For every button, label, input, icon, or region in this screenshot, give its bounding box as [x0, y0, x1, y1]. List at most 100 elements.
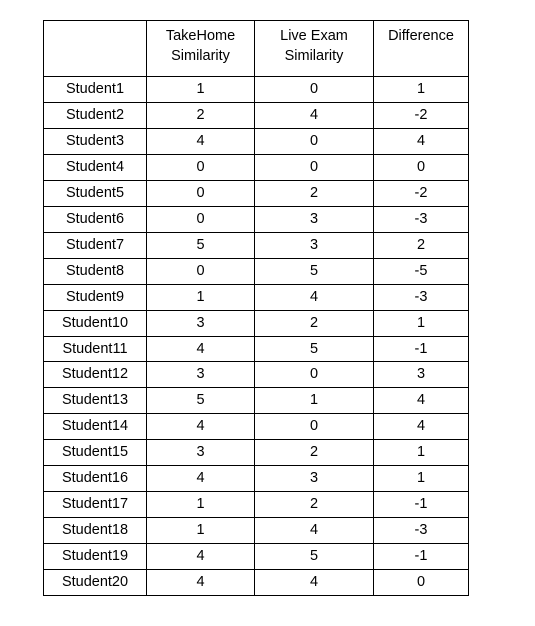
- cell-student-label: Student6: [43, 205, 147, 233]
- cell-live-exam-similarity: 3: [254, 205, 374, 233]
- cell-takehome-similarity: 0: [146, 257, 255, 285]
- cell-takehome-similarity: 1: [146, 283, 255, 311]
- cell-takehome-similarity: 4: [146, 335, 255, 363]
- column-header-live-exam-line2: Similarity: [284, 48, 344, 64]
- cell-live-exam-similarity: 0: [254, 76, 374, 103]
- cell-difference: -5: [373, 257, 469, 285]
- cell-live-exam-similarity: 4: [254, 101, 374, 129]
- table-row: Student6 0 3 -3: [43, 205, 469, 233]
- cell-takehome-similarity: 1: [146, 491, 255, 519]
- cell-takehome-similarity: 0: [146, 179, 255, 207]
- table-row: Student2 2 4 -2: [43, 101, 469, 129]
- cell-live-exam-similarity: 0: [254, 361, 374, 389]
- column-header-takehome-similarity: TakeHome Similarity: [146, 20, 255, 77]
- cell-difference: -1: [373, 491, 469, 519]
- table-row: Student11 4 5 -1: [43, 335, 469, 363]
- cell-difference: -2: [373, 179, 469, 207]
- cell-difference: -2: [373, 101, 469, 129]
- cell-takehome-similarity: 4: [146, 465, 255, 493]
- cell-difference: -1: [373, 335, 469, 363]
- table-row: Student12 3 0 3: [43, 361, 469, 389]
- cell-live-exam-similarity: 0: [254, 127, 374, 155]
- cell-student-label: Student5: [43, 179, 147, 207]
- cell-takehome-similarity: 5: [146, 387, 255, 415]
- cell-live-exam-similarity: 0: [254, 413, 374, 441]
- page-canvas: TakeHome Similarity Live Exam Similarity…: [0, 0, 535, 626]
- column-header-live-exam-similarity: Live Exam Similarity: [254, 20, 374, 77]
- table-row: Student7 5 3 2: [43, 231, 469, 259]
- cell-student-label: Student8: [43, 257, 147, 285]
- cell-student-label: Student16: [43, 465, 147, 493]
- cell-student-label: Student2: [43, 101, 147, 129]
- cell-takehome-similarity: 4: [146, 413, 255, 441]
- cell-live-exam-similarity: 5: [254, 257, 374, 285]
- cell-student-label: Student18: [43, 517, 147, 545]
- cell-student-label: Student9: [43, 283, 147, 311]
- table-row: Student9 1 4 -3: [43, 283, 469, 311]
- cell-difference: -3: [373, 205, 469, 233]
- table-header-row: TakeHome Similarity Live Exam Similarity…: [43, 20, 469, 77]
- table-row: Student10 3 2 1: [43, 309, 469, 337]
- table-row: Student19 4 5 -1: [43, 543, 469, 571]
- table-row: Student16 4 3 1: [43, 465, 469, 493]
- table-row: Student15 3 2 1: [43, 439, 469, 467]
- cell-takehome-similarity: 4: [146, 127, 255, 155]
- table-row: Student1 1 0 1: [43, 76, 469, 103]
- cell-live-exam-similarity: 1: [254, 387, 374, 415]
- cell-live-exam-similarity: 3: [254, 231, 374, 259]
- column-header-takehome-line2: Similarity: [171, 48, 230, 64]
- cell-difference: 4: [373, 127, 469, 155]
- column-header-takehome-line1: TakeHome: [165, 28, 236, 44]
- cell-difference: 3: [373, 361, 469, 389]
- cell-live-exam-similarity: 5: [254, 335, 374, 363]
- cell-student-label: Student11: [43, 335, 147, 363]
- cell-live-exam-similarity: 2: [254, 309, 374, 337]
- cell-student-label: Student19: [43, 543, 147, 571]
- cell-live-exam-similarity: 2: [254, 439, 374, 467]
- cell-student-label: Student12: [43, 361, 147, 389]
- cell-difference: 4: [373, 387, 469, 415]
- cell-student-label: Student13: [43, 387, 147, 415]
- column-header-live-exam-line1: Live Exam: [280, 28, 348, 44]
- cell-live-exam-similarity: 4: [254, 569, 374, 597]
- column-header-difference: Difference: [373, 20, 469, 77]
- cell-difference: 4: [373, 413, 469, 441]
- cell-difference: -3: [373, 283, 469, 311]
- table-body: Student1 1 0 1 Student2 2 4 -2 Student3 4 0 4 Studen…: [43, 76, 469, 597]
- cell-live-exam-similarity: 5: [254, 543, 374, 571]
- table-row: Student17 1 2 -1: [43, 491, 469, 519]
- cell-takehome-similarity: 1: [146, 76, 255, 103]
- table-row: Student20 4 4 0: [43, 569, 469, 597]
- cell-live-exam-similarity: 4: [254, 283, 374, 311]
- cell-takehome-similarity: 0: [146, 205, 255, 233]
- cell-live-exam-similarity: 3: [254, 465, 374, 493]
- cell-takehome-similarity: 3: [146, 309, 255, 337]
- cell-difference: -1: [373, 543, 469, 571]
- cell-difference: 0: [373, 569, 469, 597]
- cell-student-label: Student10: [43, 309, 147, 337]
- column-header-difference-line1: Difference: [388, 28, 454, 44]
- cell-difference: 1: [373, 76, 469, 103]
- table-row: Student18 1 4 -3: [43, 517, 469, 545]
- cell-takehome-similarity: 4: [146, 543, 255, 571]
- cell-student-label: Student14: [43, 413, 147, 441]
- cell-takehome-similarity: 0: [146, 153, 255, 181]
- cell-live-exam-similarity: 4: [254, 517, 374, 545]
- similarity-comparison-table: TakeHome Similarity Live Exam Similarity…: [43, 20, 469, 597]
- cell-live-exam-similarity: 0: [254, 153, 374, 181]
- cell-takehome-similarity: 5: [146, 231, 255, 259]
- cell-student-label: Student15: [43, 439, 147, 467]
- cell-difference: 2: [373, 231, 469, 259]
- cell-student-label: Student1: [43, 76, 147, 103]
- table-row: Student14 4 0 4: [43, 413, 469, 441]
- cell-student-label: Student3: [43, 127, 147, 155]
- cell-student-label: Student20: [43, 569, 147, 597]
- cell-takehome-similarity: 3: [146, 439, 255, 467]
- cell-difference: 0: [373, 153, 469, 181]
- table-row: Student8 0 5 -5: [43, 257, 469, 285]
- cell-difference: 1: [373, 309, 469, 337]
- cell-live-exam-similarity: 2: [254, 179, 374, 207]
- cell-difference: 1: [373, 439, 469, 467]
- cell-takehome-similarity: 3: [146, 361, 255, 389]
- cell-student-label: Student7: [43, 231, 147, 259]
